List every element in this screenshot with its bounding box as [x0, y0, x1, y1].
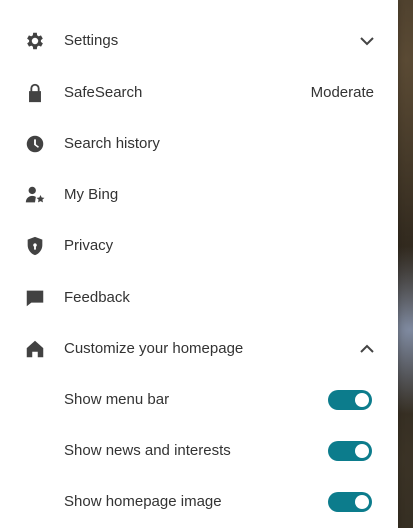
option-show-homepage-image[interactable]: Show homepage image	[0, 476, 398, 527]
menu-item-label: Settings	[64, 32, 119, 49]
menu-item-label: Feedback	[64, 289, 130, 306]
option-label: Show menu bar	[64, 391, 170, 408]
menu-item-label: Search history	[64, 135, 160, 152]
menu-item-customize-homepage[interactable]: Customize your homepage	[0, 323, 398, 374]
chevron-down-icon[interactable]	[358, 32, 376, 50]
shield-icon	[24, 235, 46, 257]
menu-item-label: My Bing	[64, 186, 119, 203]
menu-item-privacy[interactable]: Privacy	[0, 220, 398, 271]
menu-item-safesearch[interactable]: SafeSearch Moderate	[0, 67, 398, 118]
option-show-news[interactable]: Show news and interests	[0, 425, 398, 476]
menu-item-search-history[interactable]: Search history	[0, 118, 398, 169]
user-star-icon	[24, 184, 46, 206]
toggle-knob	[355, 392, 369, 407]
menu-item-label: Customize your homepage	[64, 340, 244, 357]
homepage-image-toggle[interactable]	[328, 491, 372, 512]
safesearch-value: Moderate	[310, 84, 374, 101]
chevron-up-icon[interactable]	[358, 340, 376, 358]
gear-icon	[24, 30, 46, 52]
menu-item-my-bing[interactable]: My Bing	[0, 169, 398, 220]
option-label: Show homepage image	[64, 493, 222, 510]
menu-bar-toggle[interactable]	[328, 389, 372, 410]
menu-item-label: Privacy	[64, 237, 114, 254]
news-toggle[interactable]	[328, 440, 372, 461]
chat-bubble-icon	[24, 287, 46, 309]
menu-item-feedback[interactable]: Feedback	[0, 272, 398, 323]
option-label: Show news and interests	[64, 442, 231, 459]
toggle-knob	[355, 443, 369, 458]
settings-menu-panel: Settings SafeSearch Moderate Search hist…	[0, 0, 398, 528]
menu-item-label: SafeSearch	[64, 84, 143, 101]
lock-icon	[24, 82, 46, 104]
option-show-menu-bar[interactable]: Show menu bar	[0, 374, 398, 425]
clock-icon	[24, 133, 46, 155]
home-icon	[24, 338, 46, 360]
menu-item-settings[interactable]: Settings	[0, 15, 398, 66]
toggle-knob	[355, 494, 369, 509]
